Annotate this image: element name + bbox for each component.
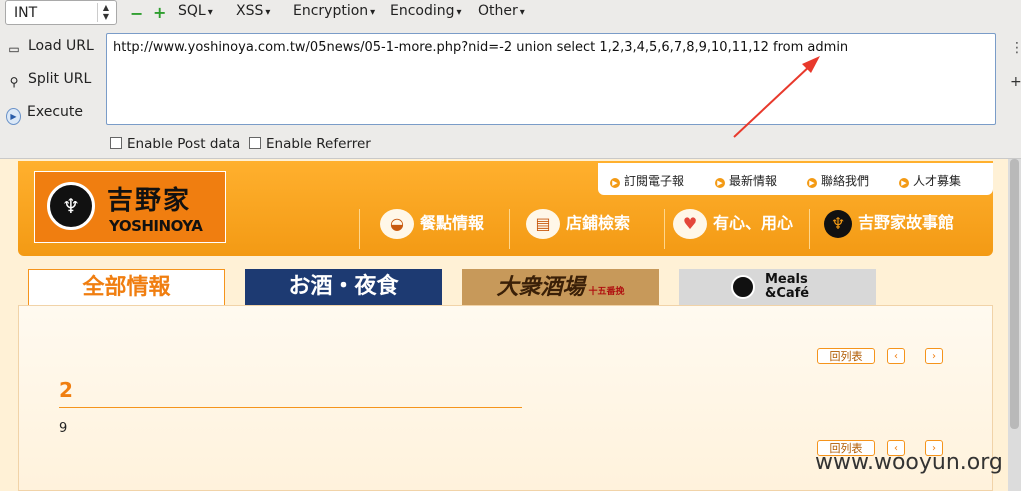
checkbox-icon <box>249 137 261 149</box>
webpage: ♆ 吉野家 YOSHINOYA ▶ 訂閱電子報 ▶ 最新情報 ▶ 聯絡我們 ▶ 人才募集… <box>0 159 1021 491</box>
top-link-label: 聯絡我們 <box>821 174 870 188</box>
tab-meals-line1: Meals <box>765 272 808 287</box>
menu-xss-label: XSS <box>236 3 264 19</box>
nav-divider <box>359 209 360 249</box>
nav-label: 店鋪檢索 <box>566 213 631 233</box>
enable-post-label: Enable Post data <box>127 136 241 152</box>
tab-taishu-sakaba[interactable]: 大衆酒場 十五番挽 <box>462 269 659 305</box>
expand-plus-icon[interactable]: + <box>1010 74 1021 90</box>
logo-text-en: YOSHINOYA <box>109 217 203 235</box>
emblem-icon: ♆ <box>824 209 852 238</box>
top-link-newsletter[interactable]: ▶ 訂閱電子報 <box>610 172 684 189</box>
menu-sql-label: SQL <box>178 3 206 19</box>
enable-referrer-label: Enable Referrer <box>266 136 371 152</box>
load-url-icon: ▭ <box>8 42 20 56</box>
nav-divider <box>664 209 665 249</box>
chevron-down-icon: ▾ <box>370 7 376 18</box>
menu-encoding-label: Encoding <box>390 3 455 19</box>
resize-handle-icon[interactable]: ⋮ <box>1010 40 1021 56</box>
arrow-bullet-icon: ▶ <box>899 178 909 188</box>
split-url-label: Split URL <box>28 71 92 87</box>
menu-encryption-label: Encryption <box>293 3 369 19</box>
nav-store-search[interactable]: ▤ 店鋪檢索 <box>526 209 630 249</box>
article-title: 2 <box>59 378 73 402</box>
tab-taishu-sublabel: 十五番挽 <box>588 287 625 297</box>
tab-all-info[interactable]: 全部情報 <box>28 269 225 305</box>
arrow-bullet-icon: ▶ <box>715 178 725 188</box>
chevron-down-icon: ▾ <box>207 7 213 18</box>
checkbox-icon <box>110 137 122 149</box>
back-to-list-button[interactable]: 回列表 <box>817 348 875 364</box>
nav-menu[interactable]: ◒ 餐點情報 <box>380 209 484 249</box>
article-body: 9 <box>59 421 68 436</box>
logo-text-jp: 吉野家 <box>107 186 192 216</box>
top-link-label: 最新情報 <box>729 174 778 188</box>
top-link-recruit[interactable]: ▶ 人才募集 <box>899 172 961 189</box>
menu-other[interactable]: Other ▾ <box>478 3 525 19</box>
tab-meals-cafe[interactable]: Meals &Café <box>679 269 876 305</box>
nav-label: 吉野家故事館 <box>858 213 955 232</box>
yoshinoya-logo[interactable]: ♆ 吉野家 YOSHINOYA <box>34 171 226 243</box>
execute-label: Execute <box>27 104 83 120</box>
hackbar-toolbar: INT ▲ ▼ − + SQL ▾ XSS ▾ Encryption ▾ Encodin… <box>0 0 1021 160</box>
load-url-button[interactable]: ▭ Load URL <box>6 38 94 60</box>
split-url-icon: ⚲ <box>9 75 19 89</box>
yoshinoya-emblem-icon: ♆ <box>47 182 95 230</box>
menu-xss[interactable]: XSS ▾ <box>236 3 270 19</box>
execute-icon: ▶ <box>6 108 21 125</box>
tab-meals-line2: &Café <box>765 286 810 301</box>
top-link-news[interactable]: ▶ 最新情報 <box>715 172 777 189</box>
menu-sql[interactable]: SQL ▾ <box>178 3 213 19</box>
plus-icon[interactable]: + <box>153 3 166 22</box>
watermark: www.wooyun.org <box>815 450 1003 475</box>
nav-heart[interactable]: ♥ 有心、用心 <box>673 209 793 249</box>
nav-label: 餐點情報 <box>420 213 485 233</box>
tab-sake-late-night[interactable]: お酒・夜食 <box>245 269 442 305</box>
menu-encoding[interactable]: Encoding ▾ <box>390 3 462 19</box>
type-select-value: INT <box>14 5 38 21</box>
nav-divider <box>509 209 510 249</box>
site-header: ♆ 吉野家 YOSHINOYA ▶ 訂閱電子報 ▶ 最新情報 ▶ 聯絡我們 ▶ 人才募集… <box>18 161 993 256</box>
menu-encryption[interactable]: Encryption ▾ <box>293 3 375 19</box>
vertical-scrollbar[interactable] <box>1008 159 1021 491</box>
chevron-down-icon: ▾ <box>265 7 271 18</box>
minus-icon[interactable]: − <box>130 4 143 23</box>
menu-other-label: Other <box>478 3 518 19</box>
nav-divider <box>809 209 810 249</box>
hackbar-menu-row: INT ▲ ▼ − + SQL ▾ XSS ▾ Encryption ▾ Encodin… <box>0 0 1021 28</box>
arrow-bullet-icon: ▶ <box>807 178 817 188</box>
top-links-bar: ▶ 訂閱電子報 ▶ 最新情報 ▶ 聯絡我們 ▶ 人才募集 <box>598 163 993 195</box>
top-link-label: 訂閱電子報 <box>624 174 685 188</box>
signboard-icon: ▤ <box>526 209 560 239</box>
heart-icon: ♥ <box>673 209 707 239</box>
next-button[interactable]: › <box>925 348 943 364</box>
enable-post-checkbox[interactable]: Enable Post data <box>110 136 240 152</box>
prev-button[interactable]: ‹ <box>887 348 905 364</box>
load-url-label: Load URL <box>28 38 94 54</box>
top-link-label: 人才募集 <box>913 174 962 188</box>
arrow-bullet-icon: ▶ <box>610 178 620 188</box>
chevron-down-icon: ▾ <box>456 7 462 18</box>
type-select[interactable]: INT ▲ ▼ <box>5 0 117 25</box>
enable-referrer-checkbox[interactable]: Enable Referrer <box>249 136 371 152</box>
nav-label: 有心、用心 <box>713 213 794 233</box>
tab-taishu-label: 大衆酒場 <box>496 274 585 300</box>
yoshinoya-emblem-icon <box>731 275 755 299</box>
url-textarea[interactable]: http://www.yoshinoya.com.tw/05news/05-1-… <box>106 33 996 125</box>
nav-story[interactable]: ♆ 吉野家故事館 <box>824 209 954 249</box>
scrollbar-thumb[interactable] <box>1010 159 1019 429</box>
split-url-button[interactable]: ⚲ Split URL <box>6 71 92 93</box>
execute-button[interactable]: ▶ Execute <box>6 104 83 126</box>
select-arrows-icon: ▲ ▼ <box>97 3 114 22</box>
top-link-contact[interactable]: ▶ 聯絡我們 <box>807 172 869 189</box>
chevron-down-icon: ▾ <box>519 7 525 18</box>
bowl-icon: ◒ <box>380 209 414 239</box>
title-divider <box>59 407 522 408</box>
